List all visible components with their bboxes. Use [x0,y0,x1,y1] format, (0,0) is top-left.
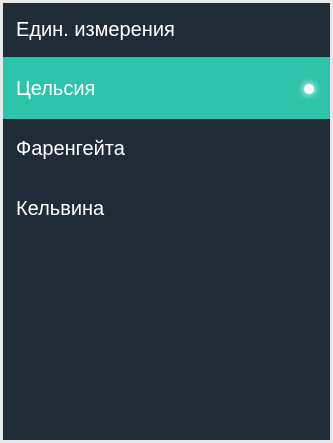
option-label: Цельсия [16,77,96,100]
page-title: Един. измерения [3,3,330,59]
option-fahrenheit[interactable]: Фаренгейта [3,119,330,179]
units-option-list: Цельсия Фаренгейта Кельвина [3,59,330,239]
page-title-text: Един. измерения [16,18,175,41]
option-label: Фаренгейта [16,137,125,160]
option-kelvin[interactable]: Кельвина [3,179,330,239]
option-celsius[interactable]: Цельсия [3,59,330,119]
option-label: Кельвина [16,197,105,220]
selected-indicator-icon [304,84,314,94]
units-menu-screen: Един. измерения Цельсия Фаренгейта Кельв… [0,0,333,443]
